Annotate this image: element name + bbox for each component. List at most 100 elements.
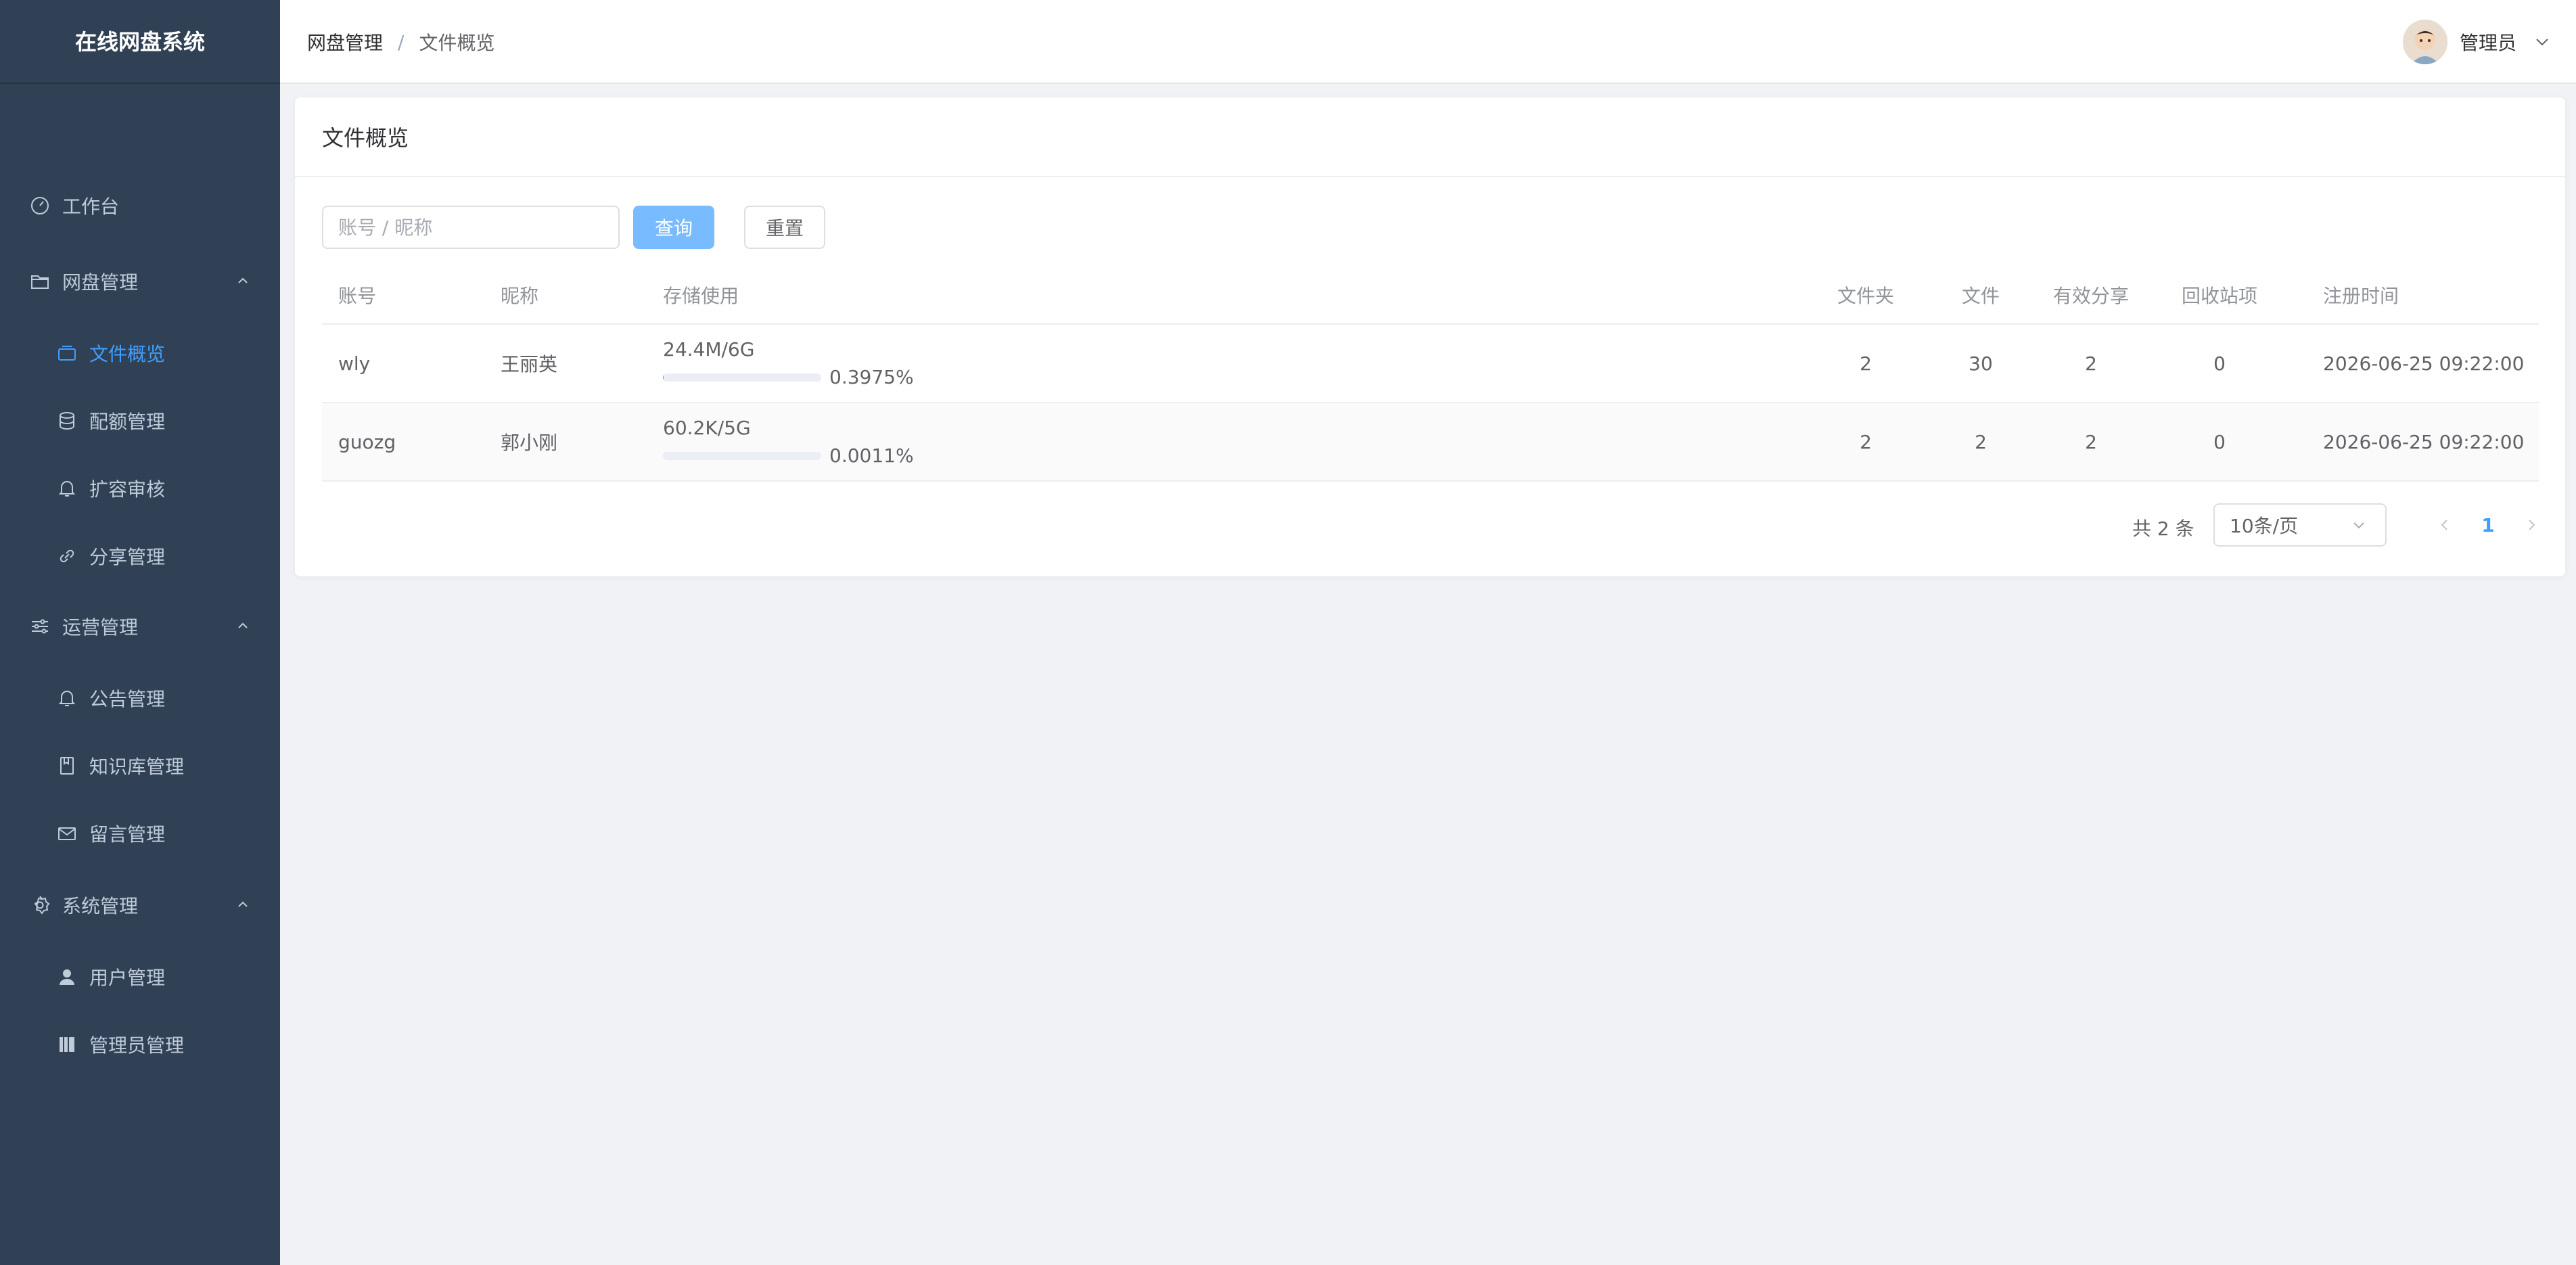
sidebar-item-label: 分享管理 [89, 546, 166, 568]
sidebar-item-users[interactable]: 用户管理 [0, 947, 280, 1007]
cell-registered: 2026-06-25 09:22:00 [2323, 352, 2525, 375]
cell-account: guozg [338, 430, 396, 453]
user-name: 管理员 [2459, 32, 2516, 54]
sidebar-item-announcement[interactable]: 公告管理 [0, 668, 280, 728]
link-icon [55, 545, 78, 568]
storage-progress-fill [663, 373, 664, 382]
breadcrumb: 网盘管理 / 文件概览 [307, 0, 495, 84]
column-header: 存储使用 [663, 285, 739, 307]
storage-progress-bar [663, 373, 821, 382]
column-header: 回收站项 [2181, 285, 2257, 307]
pagination-total: 共 2 条 [2132, 518, 2194, 540]
sidebar-item-file-overview[interactable]: 文件概览 [0, 323, 280, 383]
storage-percent: 0.3975% [829, 366, 914, 388]
cell-shares: 2 [2085, 352, 2097, 375]
column-header: 昵称 [501, 285, 539, 307]
gear-icon [28, 894, 51, 917]
sidebar-item-label: 扩容审核 [89, 478, 166, 501]
book-icon [55, 754, 78, 777]
next-page-button[interactable] [2512, 506, 2550, 544]
sidebar-item-expansion-review[interactable]: 扩容审核 [0, 459, 280, 518]
dashboard-icon [28, 194, 51, 217]
sidebar-group-disk[interactable]: 网盘管理 [0, 252, 280, 311]
cell-folders: 2 [1860, 352, 1872, 375]
breadcrumb-item-current: 文件概览 [419, 32, 495, 54]
mail-icon [55, 822, 78, 845]
chevron-down-icon [2536, 39, 2548, 46]
sidebar-item-share[interactable]: 分享管理 [0, 526, 280, 586]
sidebar-item-label: 运营管理 [62, 616, 139, 639]
cell-registered: 2026-06-25 09:22:00 [2323, 430, 2525, 453]
database-icon [55, 409, 78, 432]
user-icon [55, 965, 78, 988]
cell-files: 30 [1969, 352, 1993, 375]
chevron-down-icon [2353, 522, 2364, 529]
sidebar-item-label: 工作台 [62, 196, 120, 218]
files-icon [55, 342, 78, 365]
sidebar-item-knowledge-base[interactable]: 知识库管理 [0, 736, 280, 796]
sidebar-item-label: 网盘管理 [62, 271, 139, 294]
top-header: 网盘管理 / 文件概览 管理员 [280, 0, 2576, 84]
sidebar-item-label: 留言管理 [89, 823, 166, 846]
table-header: 账号 昵称 存储使用 文件夹 文件 有效分享 回收站项 注册时间 [322, 267, 2539, 325]
card-title: 文件概览 [295, 97, 2565, 177]
page-number-button[interactable]: 1 [2469, 506, 2507, 544]
chevron-up-icon [238, 901, 248, 907]
cell-account: wly [338, 352, 371, 375]
sidebar-item-label: 系统管理 [62, 895, 139, 917]
bell-icon [55, 477, 78, 500]
breadcrumb-item[interactable]: 网盘管理 [307, 28, 383, 55]
user-menu[interactable]: 管理员 [2402, 19, 2553, 65]
sidebar-item-quota[interactable]: 配额管理 [0, 391, 280, 451]
sliders-icon [28, 615, 51, 638]
storage-percent: 0.0011% [829, 444, 914, 467]
column-header: 有效分享 [2052, 285, 2129, 307]
sidebar-item-label: 管理员管理 [89, 1034, 185, 1057]
sidebar: 在线网盘系统 工作台 网盘管理 文件概览 配额管理 扩容审核 分享管理 运营管理… [0, 0, 280, 1265]
sidebar-item-admins[interactable]: 管理员管理 [0, 1015, 280, 1074]
sidebar-group-operation[interactable]: 运营管理 [0, 597, 280, 656]
breadcrumb-separator: / [398, 30, 405, 53]
sidebar-item-label: 文件概览 [89, 343, 166, 365]
cell-files: 2 [1975, 430, 1987, 453]
chevron-up-icon [238, 622, 248, 628]
cell-recycle: 0 [2213, 430, 2226, 453]
storage-progress-bar [663, 451, 821, 460]
sidebar-group-system[interactable]: 系统管理 [0, 875, 280, 935]
sidebar-item-messages[interactable]: 留言管理 [0, 804, 280, 863]
app-title: 在线网盘系统 [0, 0, 280, 84]
storage-usage-text: 60.2K/5G [663, 417, 751, 439]
page-size-value: 10条/页 [2230, 515, 2299, 537]
search-input[interactable] [322, 206, 620, 249]
chevron-up-icon [238, 277, 248, 283]
file-overview-table: 账号 昵称 存储使用 文件夹 文件 有效分享 回收站项 注册时间 wly 王丽英… [322, 267, 2539, 482]
cell-nickname: 王丽英 [501, 353, 558, 375]
table-row[interactable]: wly 王丽英 24.4M/6G 0.3975% 2 30 2 0 2026-0… [322, 325, 2539, 403]
sidebar-item-label: 用户管理 [89, 967, 166, 989]
storage-usage-text: 24.4M/6G [663, 338, 755, 361]
page-size-select[interactable]: 10条/页 [2213, 503, 2387, 547]
column-header: 账号 [338, 285, 377, 307]
prev-page-button[interactable] [2426, 506, 2464, 544]
cell-storage: 60.2K/5G 0.0011% [663, 403, 914, 480]
folder-icon [28, 270, 51, 293]
cell-storage: 24.4M/6G 0.3975% [663, 325, 914, 402]
reset-button[interactable]: 重置 [744, 206, 825, 249]
sidebar-item-label: 公告管理 [89, 688, 166, 710]
file-overview-card: 文件概览 查询 重置 账号 昵称 存储使用 文件夹 文件 有效分享 回收站项 注… [295, 97, 2565, 576]
chevron-right-icon [2529, 520, 2535, 530]
cell-shares: 2 [2085, 430, 2097, 453]
cell-nickname: 郭小刚 [501, 432, 558, 454]
bell-icon [55, 687, 78, 710]
avatar[interactable] [2402, 20, 2447, 64]
sidebar-item-dashboard[interactable]: 工作台 [0, 176, 280, 235]
table-row[interactable]: guozg 郭小刚 60.2K/5G 0.0011% 2 2 2 0 2026-… [322, 403, 2539, 482]
sidebar-item-label: 配额管理 [89, 411, 166, 433]
admin-icon [55, 1033, 78, 1056]
query-button[interactable]: 查询 [633, 206, 714, 249]
sidebar-item-label: 知识库管理 [89, 756, 185, 778]
chevron-left-icon [2441, 520, 2447, 530]
column-header: 文件夹 [1837, 285, 1894, 307]
cell-recycle: 0 [2213, 352, 2226, 375]
column-header: 文件 [1961, 285, 2000, 307]
